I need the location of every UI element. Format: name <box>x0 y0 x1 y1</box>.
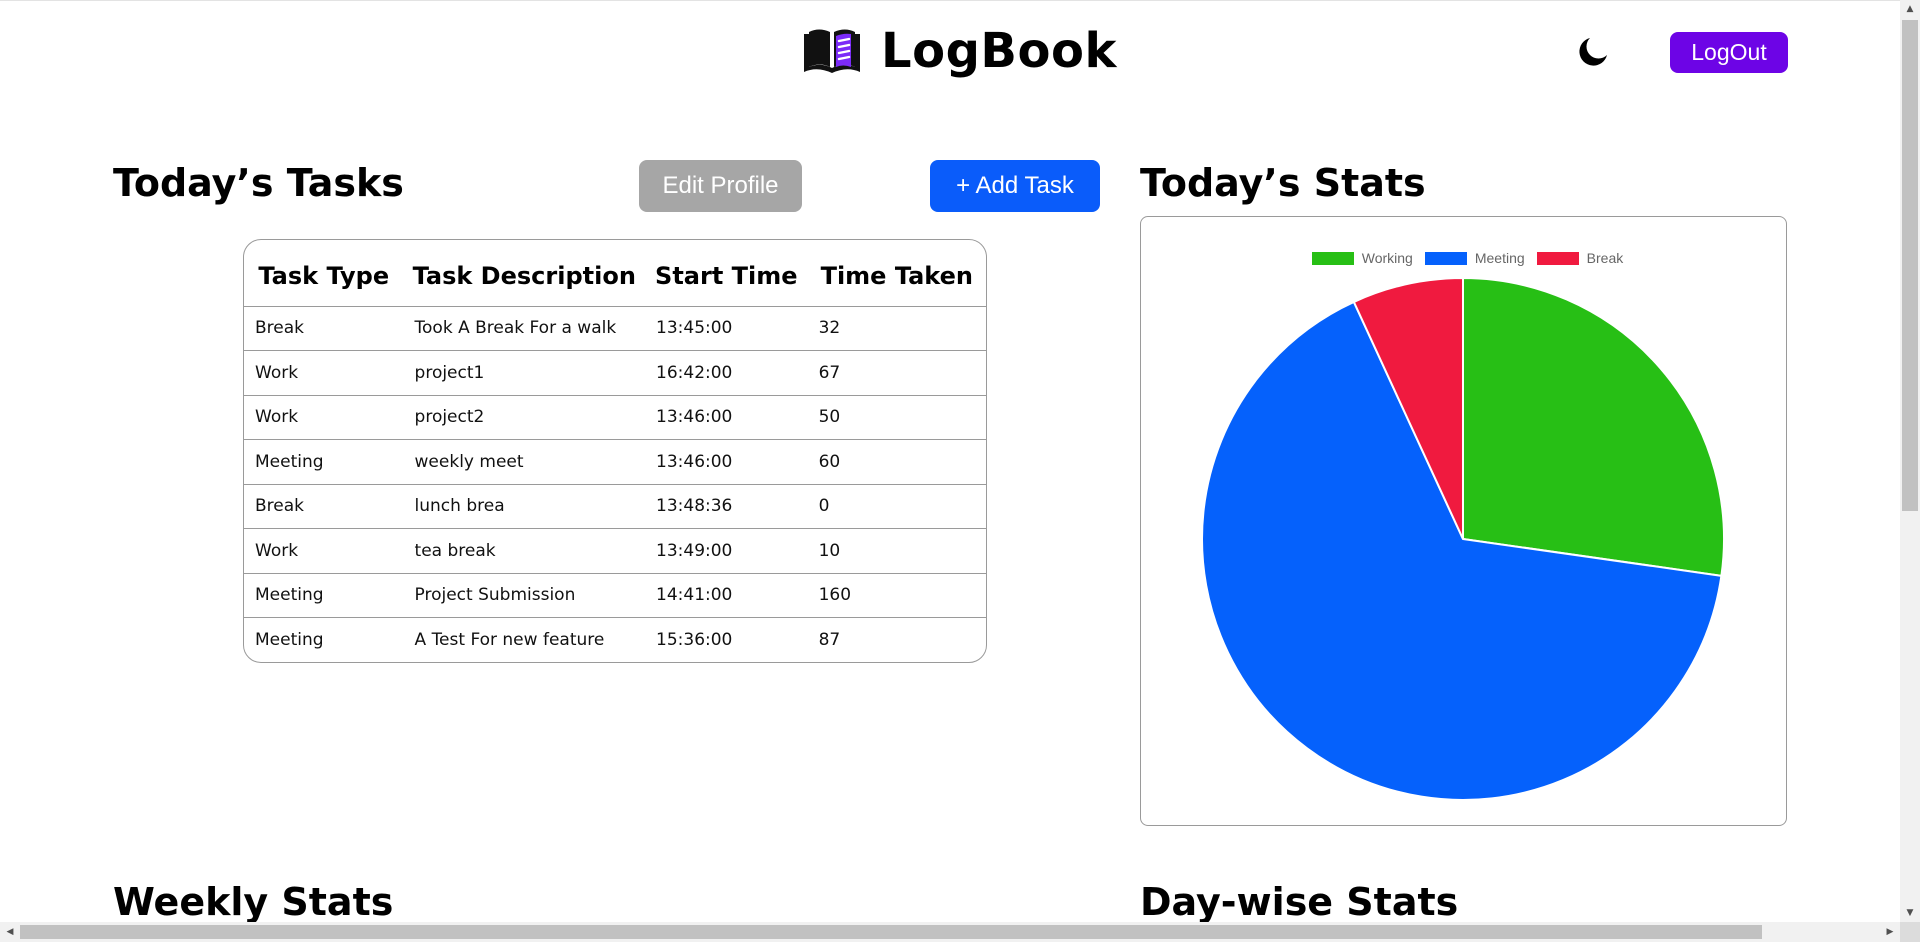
horizontal-scroll-thumb[interactable] <box>20 925 1762 939</box>
task-description-cell: project2 <box>403 395 646 440</box>
time-taken-cell: 50 <box>807 395 986 440</box>
task-description-cell: tea break <box>403 528 646 574</box>
table-row: Work project2 13:46:00 50 <box>244 395 986 440</box>
task-type-cell: Meeting <box>244 573 404 618</box>
book-icon <box>804 29 860 73</box>
task-type-cell: Meeting <box>244 439 404 485</box>
pie-slice-working[interactable] <box>1462 276 1725 577</box>
moon-icon[interactable] <box>1577 36 1609 68</box>
daywise-stats-title: Day-wise Stats <box>1140 880 1459 922</box>
time-taken-cell: 67 <box>807 350 986 396</box>
weekly-stats-title: Weekly Stats <box>113 880 394 922</box>
time-taken-cell: 10 <box>807 528 986 574</box>
task-type-cell: Break <box>244 306 404 351</box>
task-type-cell: Work <box>244 350 404 396</box>
table-row: Work project1 16:42:00 67 <box>244 350 986 396</box>
scroll-right-arrow-icon[interactable]: ▶ <box>1880 922 1900 942</box>
scroll-down-arrow-icon[interactable]: ▼ <box>1900 904 1920 922</box>
add-task-button[interactable]: + Add Task <box>930 160 1100 212</box>
column-header: Task Description <box>403 240 646 307</box>
time-taken-cell: 0 <box>807 484 986 529</box>
stats-chart-card: Working Meeting Break <box>1140 216 1787 826</box>
stats-title: Today’s Stats <box>1140 161 1426 205</box>
task-description-cell: project1 <box>403 350 646 396</box>
edit-profile-button[interactable]: Edit Profile <box>639 160 802 212</box>
start-time-cell: 13:49:00 <box>645 528 808 574</box>
tasks-table: Task Type Task Description Start Time Ti… <box>243 239 987 663</box>
scroll-up-arrow-icon[interactable]: ▲ <box>1900 0 1920 18</box>
task-description-cell: A Test For new feature <box>414 630 605 650</box>
column-header: Task Type <box>244 240 404 307</box>
tasks-title: Today’s Tasks <box>113 161 404 205</box>
scrollbar-corner <box>1900 922 1920 942</box>
brand: LogBook <box>803 23 1117 79</box>
task-description-cell: lunch brea <box>403 484 646 529</box>
time-taken-cell: 32 <box>807 306 986 351</box>
time-taken-cell: 60 <box>807 439 986 485</box>
time-taken-cell: 160 <box>807 573 986 618</box>
logout-button[interactable]: LogOut <box>1670 32 1788 73</box>
app-title: LogBook <box>881 23 1117 79</box>
table-row: Break lunch brea 13:48:36 0 <box>244 484 986 529</box>
start-time-cell: 13:46:00 <box>645 439 808 485</box>
task-type-cell: Work <box>244 528 404 574</box>
start-time-cell: 13:46:00 <box>645 395 808 440</box>
column-header: Time Taken <box>807 240 986 307</box>
table-row: Break Took A Break For a walk 13:45:00 3… <box>244 306 986 351</box>
table-row: Meeting A Test For new feature 15:36:00 … <box>244 618 986 663</box>
page: LogBook LogOut Today’s Tasks Edit Profil… <box>0 0 1900 922</box>
scroll-left-arrow-icon[interactable]: ◀ <box>0 922 20 942</box>
task-type-cell: Break <box>244 484 404 529</box>
column-header: Start Time <box>645 240 808 307</box>
start-time-cell: 13:45:00 <box>645 306 808 351</box>
start-time-cell: 14:41:00 <box>645 573 808 618</box>
task-type-cell: Meeting <box>255 630 324 650</box>
task-description-cell: Project Submission <box>403 573 646 618</box>
start-time-cell: 13:48:36 <box>645 484 808 529</box>
table-header-row: Task Type Task Description Start Time Ti… <box>244 240 986 307</box>
table-row: Meeting weekly meet 13:46:00 60 <box>244 439 986 485</box>
pie-chart <box>1201 276 1725 801</box>
time-taken-cell: 87 <box>818 630 841 650</box>
table-row: Meeting Project Submission 14:41:00 160 <box>244 573 986 618</box>
start-time-cell: 15:36:00 <box>656 630 733 650</box>
table-row: Work tea break 13:49:00 10 <box>244 528 986 574</box>
start-time-cell: 16:42:00 <box>645 350 808 396</box>
task-description-cell: Took A Break For a walk <box>403 306 646 351</box>
task-description-cell: weekly meet <box>403 439 646 485</box>
vertical-scroll-thumb[interactable] <box>1902 20 1918 511</box>
task-type-cell: Work <box>244 395 404 440</box>
